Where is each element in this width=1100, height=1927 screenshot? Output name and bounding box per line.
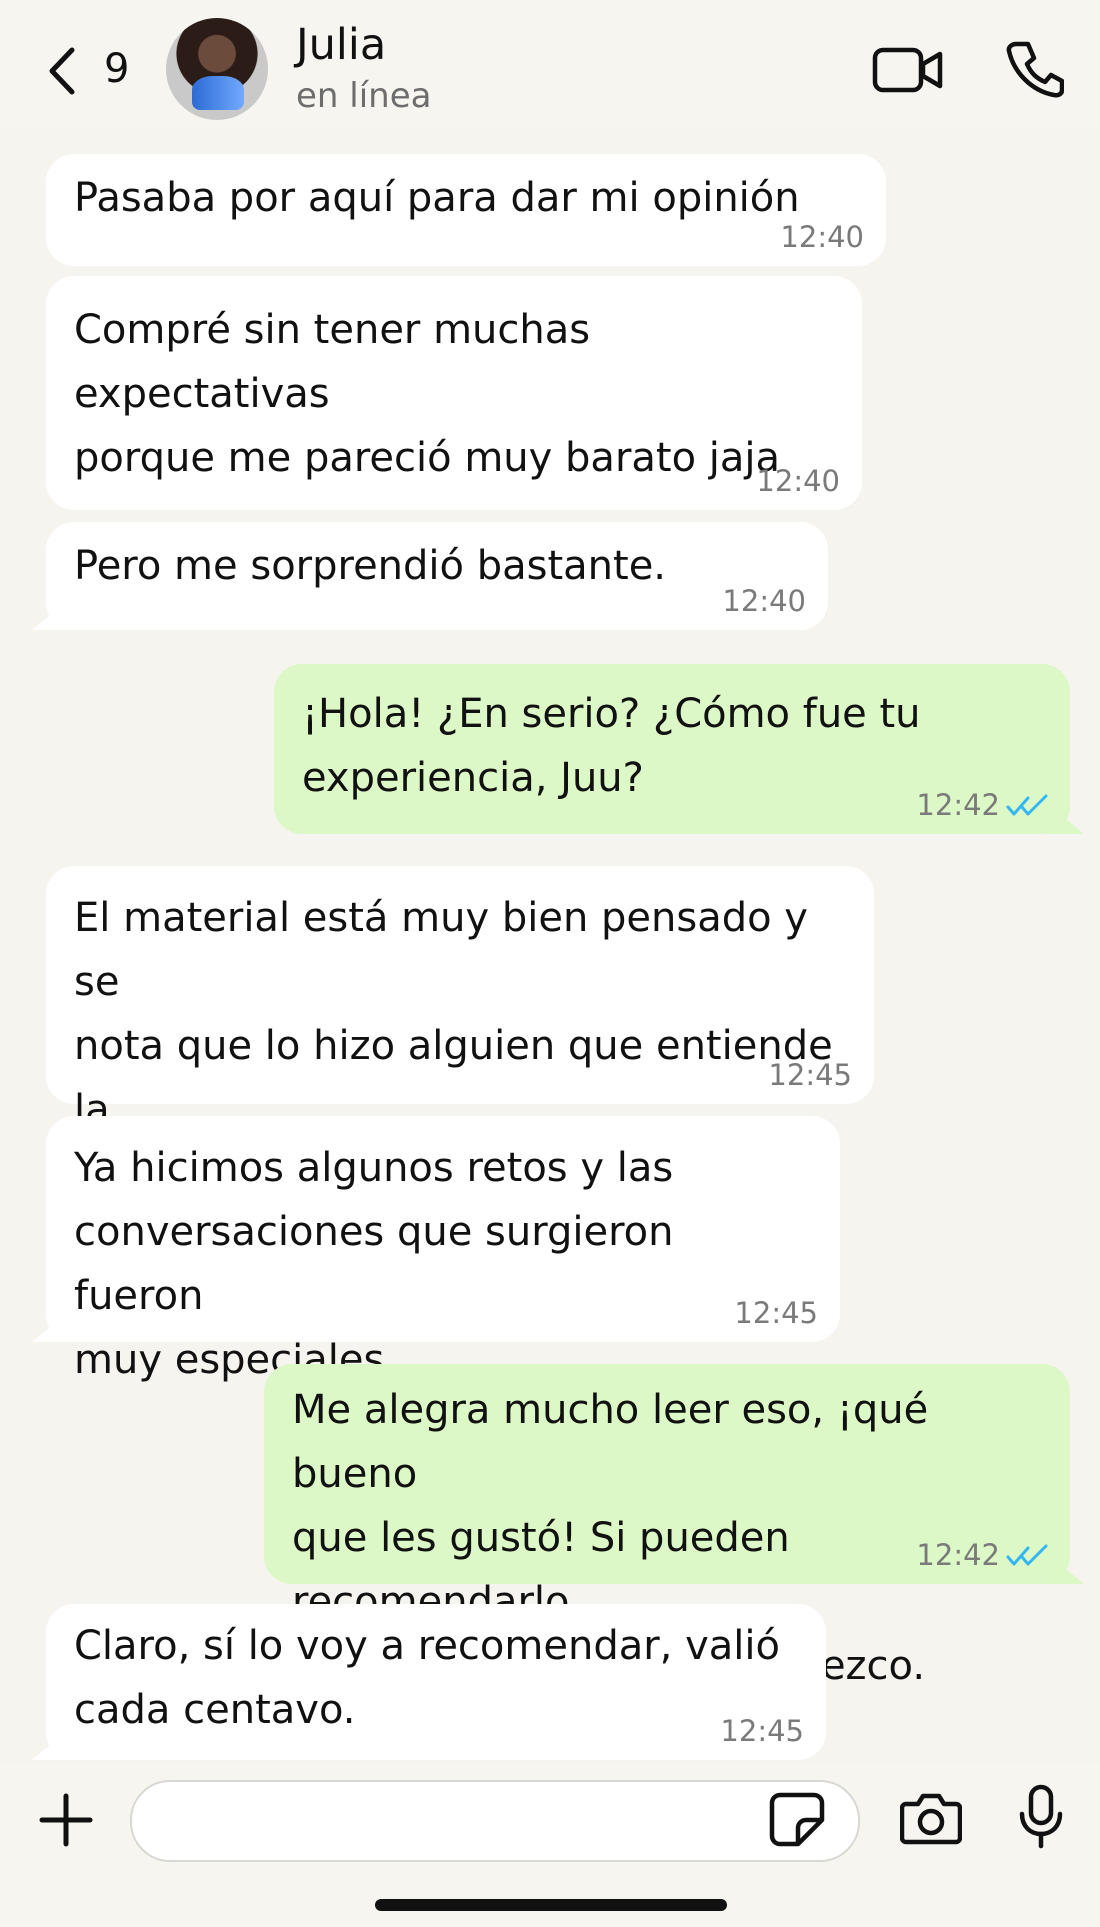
home-indicator: [375, 1899, 727, 1911]
message-bubble-incoming[interactable]: Pero me sorprendió bastante. 12:40: [46, 522, 828, 630]
message-bubble-incoming[interactable]: Ya hicimos algunos retos y las conversac…: [46, 1116, 840, 1383]
sticker-icon[interactable]: [768, 1790, 826, 1848]
double-check-icon: [1006, 794, 1048, 816]
unread-count[interactable]: 9: [104, 46, 129, 92]
message-bubble-incoming[interactable]: El material está muy bien pensado y se n…: [46, 866, 874, 1197]
message-text: Claro, sí lo voy a recomendar, valió cad…: [74, 1623, 780, 1733]
message-bubble-incoming[interactable]: Claro, sí lo voy a recomendar, valió cad…: [46, 1604, 826, 1760]
contact-status: en línea: [296, 76, 432, 116]
plus-icon[interactable]: [38, 1792, 94, 1848]
message-text: Pasaba por aquí para dar mi opinión: [74, 175, 800, 221]
video-camera-icon[interactable]: [872, 44, 944, 96]
contact-name[interactable]: Julia: [296, 20, 386, 70]
message-time: 12:42: [916, 788, 1000, 822]
message-input[interactable]: [130, 1780, 860, 1862]
message-time: 12:45: [734, 1296, 818, 1330]
message-bubble-incoming[interactable]: Pasaba por aquí para dar mi opinión 12:4…: [46, 154, 886, 266]
microphone-icon[interactable]: [1018, 1784, 1064, 1850]
message-text: Compré sin tener muchas expectativas por…: [74, 307, 781, 481]
phone-icon[interactable]: [1006, 40, 1064, 98]
message-time: 12:45: [720, 1714, 804, 1748]
message-time: 12:40: [780, 220, 864, 254]
message-bubble-outgoing[interactable]: ¡Hola! ¿En serio? ¿Cómo fue tu experienc…: [274, 664, 1070, 834]
message-time: 12:40: [756, 464, 840, 498]
message-time: 12:45: [768, 1058, 852, 1092]
camera-icon[interactable]: [900, 1790, 962, 1846]
message-bubble-incoming[interactable]: Compré sin tener muchas expectativas por…: [46, 276, 862, 510]
message-text: Pero me sorprendió bastante.: [74, 543, 667, 589]
message-time: 12:42: [916, 1538, 1000, 1572]
double-check-icon: [1006, 1544, 1048, 1566]
back-chevron-icon[interactable]: [44, 44, 78, 98]
message-text: Ya hicimos algunos retos y las conversac…: [74, 1145, 674, 1383]
contact-avatar[interactable]: [166, 18, 268, 120]
message-bubble-outgoing[interactable]: Me alegra mucho leer eso, ¡qué bueno que…: [264, 1364, 1070, 1689]
message-time: 12:40: [722, 584, 806, 618]
